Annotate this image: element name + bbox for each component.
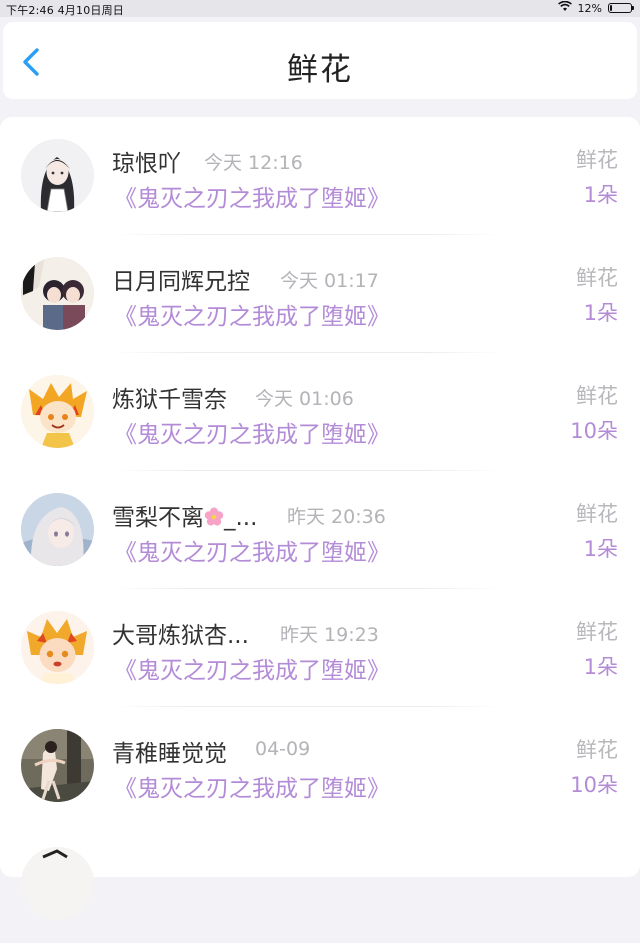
user-name-text: 雪梨不离 bbox=[112, 505, 204, 531]
avatar[interactable] bbox=[21, 257, 94, 330]
page-title: 鲜花 bbox=[287, 52, 353, 88]
gift-count: 1朵 bbox=[583, 655, 618, 679]
book-title[interactable]: 《鬼灭之刃之我成了堕姬》 bbox=[114, 179, 390, 213]
avatar[interactable] bbox=[21, 375, 94, 448]
avatar[interactable] bbox=[21, 611, 94, 684]
user-name[interactable]: 大哥炼狱杏... bbox=[112, 616, 249, 650]
gift-type: 鲜花 bbox=[576, 266, 618, 290]
battery-percent: 12% bbox=[577, 1, 602, 15]
wifi-icon bbox=[557, 0, 572, 15]
list-item[interactable]: 琼恨吖 今天 12:16 《鬼灭之刃之我成了堕姬》 鲜花 1朵 bbox=[0, 117, 640, 235]
book-title[interactable]: 《鬼灭之刃之我成了堕姬》 bbox=[114, 651, 390, 685]
status-bar: 下午2:46 4月10日周日 12% bbox=[0, 0, 640, 17]
user-name[interactable]: 青稚睡觉觉 bbox=[112, 734, 227, 768]
cherry-blossom-icon bbox=[204, 507, 224, 527]
nav-header: 鲜花 bbox=[3, 22, 637, 99]
user-name[interactable]: 雪梨不离 _... bbox=[112, 498, 257, 532]
gift-time: 04-09 bbox=[255, 738, 311, 760]
user-name[interactable]: 日月同辉兄控 bbox=[112, 262, 250, 296]
list-item[interactable]: 雪梨不离 _... 昨天 20:36 《鬼灭之刃之我成了堕姬》 鲜花 1朵 bbox=[0, 471, 640, 589]
book-title[interactable]: 《鬼灭之刃之我成了堕姬》 bbox=[114, 297, 390, 331]
gift-count: 1朵 bbox=[583, 301, 618, 325]
gift-list: 琼恨吖 今天 12:16 《鬼灭之刃之我成了堕姬》 鲜花 1朵 日月同辉兄控 今… bbox=[0, 117, 640, 920]
gift-time: 今天 01:06 bbox=[255, 388, 354, 410]
avatar[interactable] bbox=[21, 729, 94, 802]
list-item[interactable]: 大哥炼狱杏... 昨天 19:23 《鬼灭之刃之我成了堕姬》 鲜花 1朵 bbox=[0, 589, 640, 707]
list-item[interactable]: 炼狱千雪奈 今天 01:06 《鬼灭之刃之我成了堕姬》 鲜花 10朵 bbox=[0, 353, 640, 471]
gift-time: 今天 12:16 bbox=[204, 152, 303, 174]
battery-icon bbox=[608, 3, 634, 13]
gift-count: 10朵 bbox=[570, 419, 618, 443]
user-name[interactable]: 琼恨吖 bbox=[112, 144, 181, 178]
avatar[interactable] bbox=[21, 493, 94, 566]
list-item[interactable] bbox=[0, 825, 640, 943]
book-title[interactable]: 《鬼灭之刃之我成了堕姬》 bbox=[114, 533, 390, 567]
avatar[interactable] bbox=[21, 847, 94, 920]
user-name[interactable]: 炼狱千雪奈 bbox=[112, 380, 227, 414]
gift-type: 鲜花 bbox=[576, 502, 618, 526]
book-title[interactable]: 《鬼灭之刃之我成了堕姬》 bbox=[114, 769, 390, 803]
gift-count: 1朵 bbox=[583, 183, 618, 207]
gift-type: 鲜花 bbox=[576, 738, 618, 762]
user-name-suffix: _... bbox=[224, 505, 258, 531]
gift-type: 鲜花 bbox=[576, 384, 618, 408]
book-title[interactable]: 《鬼灭之刃之我成了堕姬》 bbox=[114, 415, 390, 449]
gift-time: 昨天 19:23 bbox=[280, 624, 379, 646]
status-indicators: 12% bbox=[557, 0, 634, 15]
status-time-date: 下午2:46 4月10日周日 bbox=[6, 4, 124, 17]
gift-count: 1朵 bbox=[583, 537, 618, 561]
list-item[interactable]: 日月同辉兄控 今天 01:17 《鬼灭之刃之我成了堕姬》 鲜花 1朵 bbox=[0, 235, 640, 353]
list-item[interactable]: 青稚睡觉觉 04-09 《鬼灭之刃之我成了堕姬》 鲜花 10朵 bbox=[0, 707, 640, 825]
gift-time: 今天 01:17 bbox=[280, 270, 379, 292]
gift-count: 10朵 bbox=[570, 773, 618, 797]
avatar[interactable] bbox=[21, 139, 94, 212]
gift-type: 鲜花 bbox=[576, 620, 618, 644]
gift-type: 鲜花 bbox=[576, 148, 618, 172]
gift-time: 昨天 20:36 bbox=[287, 506, 386, 528]
battery-level bbox=[610, 5, 612, 11]
